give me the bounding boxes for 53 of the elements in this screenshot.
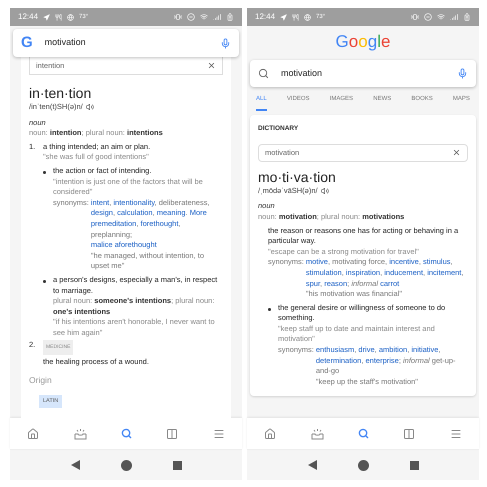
menu-button[interactable] (212, 428, 225, 440)
recents-button[interactable] (172, 460, 182, 470)
search-button[interactable] (358, 428, 369, 439)
recents-button[interactable] (410, 460, 418, 470)
menu-button[interactable] (450, 428, 462, 440)
utensils-icon (55, 14, 62, 20)
origin-heading: Origin (29, 374, 53, 386)
minus-circle-icon (187, 13, 195, 21)
search-icon (258, 68, 269, 79)
navigation-icon (43, 14, 50, 20)
vibrate-icon (174, 13, 182, 21)
clock: 12:44 (18, 11, 38, 23)
google-logo: G (21, 32, 33, 53)
tabs-button[interactable] (166, 428, 178, 440)
globe-icon (67, 14, 74, 20)
microphone-icon[interactable] (457, 68, 468, 79)
globe-icon (304, 14, 312, 20)
search-button[interactable] (120, 428, 132, 439)
headword: mo·ti·va·tion (258, 168, 337, 186)
home-button[interactable] (264, 428, 276, 440)
clear-icon[interactable] (452, 148, 461, 158)
tabs-button[interactable] (403, 428, 416, 440)
battery-icon (463, 13, 471, 21)
clear-icon[interactable] (207, 61, 216, 70)
clock: 12:44 (255, 11, 276, 23)
search-query: motivation (281, 66, 324, 80)
home-nav-button[interactable] (358, 460, 368, 470)
updates-button[interactable] (74, 428, 87, 440)
search-bar[interactable]: motivation (250, 60, 476, 87)
bullet (43, 278, 48, 284)
wifi-icon (200, 13, 208, 21)
wifi-icon (437, 13, 445, 21)
home-nav-button[interactable] (120, 460, 132, 470)
updates-button[interactable] (310, 428, 324, 440)
back-button[interactable] (308, 460, 316, 470)
speaker-icon[interactable] (86, 103, 94, 112)
bullet (43, 170, 48, 175)
search-bar[interactable]: G motivation (13, 29, 239, 57)
utensils-icon (292, 14, 300, 20)
battery-icon (226, 13, 234, 21)
microphone-icon[interactable] (220, 38, 231, 48)
bullet (268, 306, 273, 312)
minus-circle-icon (424, 13, 432, 21)
google-logo: Google (334, 32, 392, 52)
search-query: motivation (44, 36, 87, 50)
signal-icon (450, 13, 458, 21)
vibrate-icon (411, 13, 419, 21)
speaker-icon[interactable] (320, 187, 329, 196)
signal-icon (213, 13, 221, 21)
navigation-icon (280, 14, 288, 20)
headword: in·ten·tion (29, 85, 92, 102)
back-button[interactable] (70, 460, 80, 470)
home-button[interactable] (27, 428, 40, 440)
